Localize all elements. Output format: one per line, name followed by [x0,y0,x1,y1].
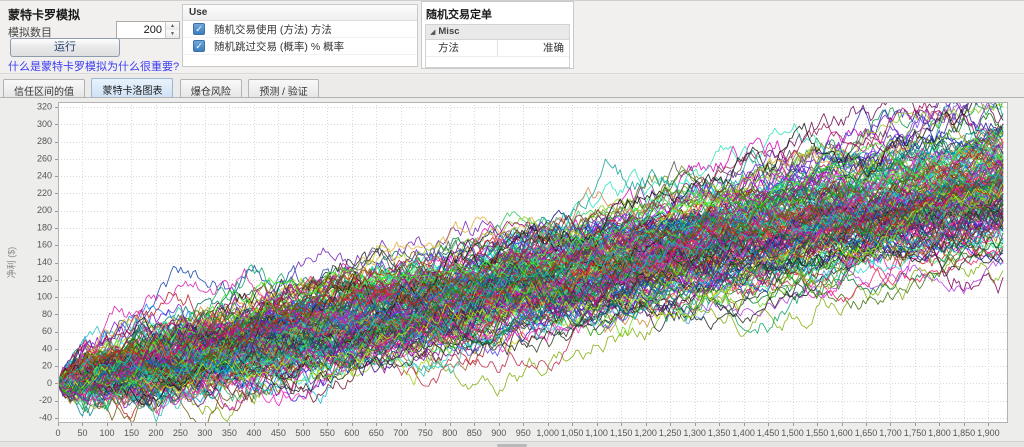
run-button[interactable]: 运行 [10,38,120,57]
property-grid: ◢Misc 方法 准确 [425,24,570,68]
use-option-row: ✓ 随机跳过交易 (概率) % 概率 [183,38,417,55]
property-name: 方法 [426,40,498,56]
expander-icon: ◢ [430,29,435,36]
tab-strip: 信任区间的值 蒙特卡洛图表 爆仓风险 预测 / 验证 [0,75,1024,97]
bottom-splitter[interactable] [0,441,1024,447]
checkbox-random-skip-trade[interactable]: ✓ [193,40,205,52]
random-order-panel-title: 随机交易定单 [422,2,573,24]
monte-carlo-chart-canvas [0,98,1024,442]
sim-count-input[interactable] [117,22,165,38]
monte-carlo-simulation-window: 蒙特卡罗模拟 模拟数目 ▲ ▼ 运行 什么是蒙特卡罗模拟为什么很重要? Use … [0,0,1024,447]
sim-count-stepper[interactable]: ▲ ▼ [116,21,180,39]
page-title: 蒙特卡罗模拟 [8,6,80,23]
use-option-label: 随机跳过交易 (概率) % 概率 [214,39,344,54]
property-group-misc[interactable]: ◢Misc [426,25,569,40]
stepper-buttons: ▲ ▼ [165,22,179,38]
use-panel-header: Use [183,5,417,21]
use-option-label: 随机交易使用 (方法) 方法 [214,22,332,37]
property-value: 准确 [498,40,570,56]
monte-carlo-chart-panel [0,97,1024,441]
stepper-down-icon[interactable]: ▼ [166,30,179,38]
use-options-panel: Use ✓ 随机交易使用 (方法) 方法 ✓ 随机跳过交易 (概率) % 概率 [182,4,418,67]
toolbar: 蒙特卡罗模拟 模拟数目 ▲ ▼ 运行 什么是蒙特卡罗模拟为什么很重要? Use … [0,1,1024,74]
checkbox-random-trade-method[interactable]: ✓ [193,23,205,35]
use-option-row: ✓ 随机交易使用 (方法) 方法 [183,21,417,38]
random-order-panel: 随机交易定单 ◢Misc 方法 准确 [421,1,574,69]
stepper-up-icon[interactable]: ▲ [166,22,179,30]
property-group-label: Misc [438,26,459,37]
property-row-method[interactable]: 方法 准确 [426,40,569,57]
help-link[interactable]: 什么是蒙特卡罗模拟为什么很重要? [8,58,179,74]
